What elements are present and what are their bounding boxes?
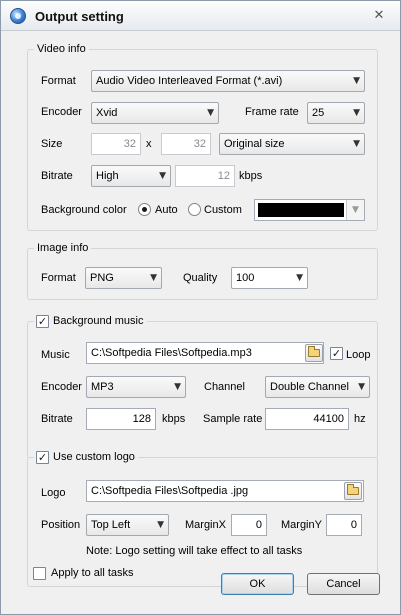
channel-label: Channel: [204, 381, 245, 393]
bgcolor-swatch: [258, 203, 344, 217]
video-encoder-label: Encoder: [41, 106, 82, 118]
quality-value: 100: [236, 272, 255, 284]
chevron-down-icon: ▼: [358, 382, 365, 392]
music-path-input[interactable]: C:\Softpedia Files\Softpedia.mp3: [86, 342, 324, 364]
video-bitrate-label: Bitrate: [41, 170, 73, 182]
size-preset-select[interactable]: Original size ▼: [219, 133, 365, 155]
chevron-down-icon: ▼: [150, 273, 157, 283]
channel-select[interactable]: Double Channel ▼: [265, 376, 370, 398]
logo-label: Logo: [41, 487, 66, 499]
close-icon[interactable]: ✕: [369, 7, 389, 25]
title-bar: Output setting ✕: [1, 1, 400, 31]
custom-logo-label: Use custom logo: [53, 451, 135, 463]
cancel-button[interactable]: Cancel: [307, 573, 380, 595]
framerate-label: Frame rate: [245, 106, 299, 118]
size-height-input[interactable]: 32: [161, 133, 211, 155]
background-music-checkbox[interactable]: ✓: [36, 314, 49, 328]
image-format-select[interactable]: PNG ▼: [85, 267, 162, 289]
channel-value: Double Channel: [270, 381, 349, 393]
marginy-label: MarginY: [281, 519, 322, 531]
marginx-input[interactable]: 0: [231, 514, 267, 536]
logo-path-input[interactable]: C:\Softpedia Files\Softpedia .jpg: [86, 480, 364, 502]
custom-logo-legend: ✓ Use custom logo: [34, 450, 138, 464]
background-music-label: Background music: [53, 315, 144, 327]
chevron-down-icon[interactable]: ▼: [346, 200, 364, 220]
chevron-down-icon: ▼: [207, 108, 214, 118]
bgcolor-picker[interactable]: ▼: [254, 199, 365, 221]
position-label: Position: [41, 519, 81, 531]
bitrate-quality-value: High: [96, 170, 119, 182]
chevron-down-icon: ▼: [296, 273, 303, 283]
bgcolor-label: Background color: [41, 204, 127, 216]
video-format-value: Audio Video Interleaved Format (*.avi): [96, 75, 283, 87]
size-preset-value: Original size: [224, 138, 285, 150]
size-label: Size: [41, 138, 63, 150]
apply-all-checkbox[interactable]: [33, 567, 46, 580]
bgcolor-custom-radio[interactable]: [188, 203, 201, 216]
samplerate-label: Sample rate: [203, 413, 263, 425]
music-label: Music: [41, 349, 70, 361]
ok-button[interactable]: OK: [221, 573, 294, 595]
size-x-label: x: [146, 138, 152, 150]
video-format-label: Format: [41, 75, 76, 87]
apply-all-label: Apply to all tasks: [51, 567, 134, 579]
quality-label: Quality: [183, 272, 218, 284]
bgcolor-auto-label: Auto: [155, 204, 178, 216]
chevron-down-icon: ▼: [174, 382, 181, 392]
image-format-value: PNG: [90, 272, 114, 284]
chevron-down-icon: ▼: [353, 139, 360, 149]
music-bitrate-input[interactable]: 128: [86, 408, 156, 430]
video-info-group: Video info Format Audio Video Interleave…: [27, 42, 378, 231]
quality-select[interactable]: 100 ▼: [231, 267, 308, 289]
music-encoder-label: Encoder: [41, 381, 82, 393]
logo-note: Note: Logo setting will take effect to a…: [86, 545, 303, 557]
bgcolor-auto-radio[interactable]: [138, 203, 151, 216]
marginy-input[interactable]: 0: [326, 514, 362, 536]
size-width-input[interactable]: 32: [91, 133, 141, 155]
chevron-down-icon: ▼: [353, 76, 360, 86]
background-music-legend: ✓ Background music: [34, 314, 147, 328]
background-music-group: ✓ Background music Music C:\Softpedia Fil…: [27, 314, 378, 459]
chevron-down-icon: ▼: [353, 108, 360, 118]
position-select[interactable]: Top Left ▼: [86, 514, 169, 536]
folder-icon: [347, 484, 359, 495]
bgcolor-custom-label: Custom: [204, 204, 242, 216]
music-encoder-value: MP3: [91, 381, 114, 393]
music-browse-button[interactable]: [305, 344, 323, 362]
output-setting-window: Output setting ✕ Video info Format Audio…: [0, 0, 401, 615]
logo-browse-button[interactable]: [344, 482, 362, 500]
dialog-body: Video info Format Audio Video Interleave…: [4, 32, 397, 612]
chevron-down-icon: ▼: [157, 520, 164, 530]
app-icon: [10, 8, 26, 24]
video-bitrate-unit: kbps: [239, 170, 263, 182]
music-bitrate-label: Bitrate: [41, 413, 73, 425]
video-encoder-select[interactable]: Xvid ▼: [91, 102, 219, 124]
samplerate-input[interactable]: 44100: [265, 408, 349, 430]
image-format-label: Format: [41, 272, 76, 284]
music-bitrate-unit: kbps: [162, 413, 186, 425]
image-info-group: Image info Format PNG ▼ Quality 100 ▼: [27, 241, 378, 300]
video-info-legend: Video info: [34, 42, 89, 56]
window-title: Output setting: [35, 9, 124, 24]
position-value: Top Left: [91, 519, 131, 531]
custom-logo-checkbox[interactable]: ✓: [36, 450, 49, 464]
image-info-legend: Image info: [34, 241, 92, 255]
video-encoder-value: Xvid: [96, 107, 118, 119]
loop-label: Loop: [346, 349, 371, 361]
folder-icon: [308, 346, 320, 357]
marginx-label: MarginX: [185, 519, 226, 531]
samplerate-unit: hz: [354, 413, 366, 425]
video-format-select[interactable]: Audio Video Interleaved Format (*.avi) ▼: [91, 70, 365, 92]
loop-checkbox[interactable]: ✓: [330, 347, 343, 360]
chevron-down-icon: ▼: [159, 171, 166, 181]
framerate-value: 25: [312, 107, 325, 119]
bitrate-quality-select[interactable]: High ▼: [91, 165, 171, 187]
framerate-select[interactable]: 25 ▼: [307, 102, 365, 124]
music-encoder-select[interactable]: MP3 ▼: [86, 376, 186, 398]
video-bitrate-input[interactable]: 12: [175, 165, 235, 187]
